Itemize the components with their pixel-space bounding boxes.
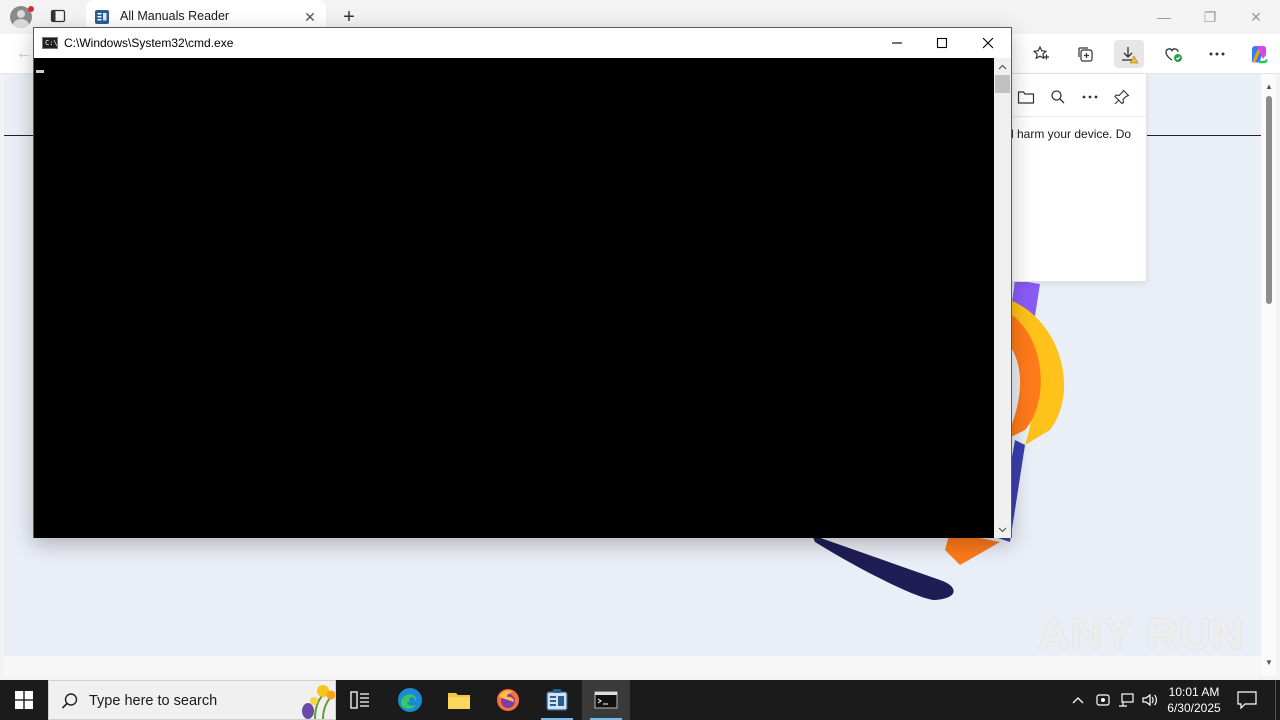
taskbar-clock[interactable]: 10:01 AM 6/30/2025 xyxy=(1160,684,1228,716)
cmd-window-title: C:\Windows\System32\cmd.exe xyxy=(64,36,234,50)
windows-logo-icon xyxy=(15,691,33,709)
downloads-icon[interactable] xyxy=(1114,40,1144,68)
network-icon[interactable] xyxy=(1116,690,1136,710)
favorites-star-icon[interactable] xyxy=(1026,40,1056,68)
page-scroll-thumb[interactable] xyxy=(1266,96,1272,304)
page-scrollbar[interactable]: ▲ ▼ xyxy=(1261,74,1276,676)
tab-actions-icon[interactable] xyxy=(50,8,70,26)
manual-favicon-icon xyxy=(94,9,110,25)
cmd-titlebar[interactable]: C:\ C:\Windows\System32\cmd.exe xyxy=(34,28,1011,58)
collections-icon[interactable] xyxy=(1070,40,1100,68)
downloads-separator xyxy=(1005,116,1148,117)
pin-icon[interactable] xyxy=(1111,86,1133,108)
page-bottom-strip xyxy=(4,656,1261,676)
taskbar-file-explorer-button[interactable] xyxy=(435,680,483,720)
show-hidden-icons-chevron-icon[interactable] xyxy=(1068,690,1088,710)
cmd-taskbar-icon xyxy=(594,691,618,709)
manuals-reader-app-icon xyxy=(546,689,568,711)
open-downloads-folder-icon[interactable] xyxy=(1015,86,1037,108)
cmd-app-icon: C:\ xyxy=(42,37,58,49)
edge-icon xyxy=(398,688,422,712)
clock-time: 10:01 AM xyxy=(1168,685,1220,699)
browser-essentials-icon[interactable] xyxy=(1158,40,1188,68)
cmd-scroll-thumb[interactable] xyxy=(995,75,1010,93)
tab-close-icon[interactable]: ✕ xyxy=(302,9,318,25)
notification-center-icon[interactable] xyxy=(1236,690,1258,710)
taskbar-search-box[interactable]: Type here to search xyxy=(48,680,336,720)
browser-restore-button[interactable]: ❐ xyxy=(1198,6,1222,28)
task-view-button[interactable] xyxy=(336,680,384,720)
cmd-console-area[interactable] xyxy=(34,58,994,538)
taskbar-firefox-button[interactable] xyxy=(484,680,532,720)
search-highlight-flowers-icon xyxy=(302,685,335,719)
show-desktop-button[interactable] xyxy=(1275,680,1280,720)
download-warning-text: l harm your device. Do xyxy=(1011,127,1132,141)
meet-now-tray-icon[interactable] xyxy=(1093,690,1113,710)
back-arrow-icon[interactable]: ← xyxy=(14,44,34,64)
downloads-more-options-icon[interactable] xyxy=(1079,86,1101,108)
browser-minimize-button[interactable]: — xyxy=(1152,6,1176,28)
tab-title: All Manuals Reader xyxy=(120,9,230,23)
cmd-scroll-down-icon[interactable] xyxy=(994,521,1011,538)
taskbar-cmd-button[interactable] xyxy=(582,680,630,720)
cmd-close-button[interactable] xyxy=(965,28,1011,58)
cmd-text-cursor xyxy=(36,70,44,73)
firefox-icon xyxy=(497,689,519,711)
taskbar-edge-button[interactable] xyxy=(386,680,434,720)
taskbar-manuals-reader-button[interactable] xyxy=(533,680,581,720)
cmd-minimize-button[interactable] xyxy=(874,28,920,58)
task-view-icon xyxy=(350,691,369,709)
browser-close-button[interactable]: ✕ xyxy=(1244,6,1268,28)
start-button[interactable] xyxy=(0,680,48,720)
cmd-window[interactable]: C:\ C:\Windows\System32\cmd.exe xyxy=(33,27,1012,538)
folder-icon xyxy=(448,693,470,709)
anyrun-watermark: ANY RUN xyxy=(1038,610,1245,659)
cmd-scroll-up-icon[interactable] xyxy=(994,58,1011,75)
scroll-up-arrow-icon[interactable]: ▲ xyxy=(1264,82,1274,92)
downloads-flyout: l harm your device. Do xyxy=(1004,74,1148,282)
search-icon xyxy=(61,693,78,709)
search-placeholder: Type here to search xyxy=(89,693,218,709)
copilot-icon[interactable] xyxy=(1244,40,1274,68)
cmd-maximize-button[interactable] xyxy=(919,28,965,58)
clock-date: 6/30/2025 xyxy=(1167,701,1221,715)
windows-taskbar: Type here to search 10:01 AM 6/30/2025 xyxy=(0,680,1280,720)
search-downloads-icon[interactable] xyxy=(1047,86,1069,108)
cmd-scrollbar[interactable] xyxy=(994,58,1011,538)
scroll-down-arrow-icon[interactable]: ▼ xyxy=(1264,658,1274,668)
new-tab-button[interactable]: + xyxy=(338,6,360,28)
profile-notification-dot xyxy=(28,6,34,12)
more-options-icon[interactable] xyxy=(1202,40,1232,68)
volume-icon[interactable] xyxy=(1140,690,1160,710)
